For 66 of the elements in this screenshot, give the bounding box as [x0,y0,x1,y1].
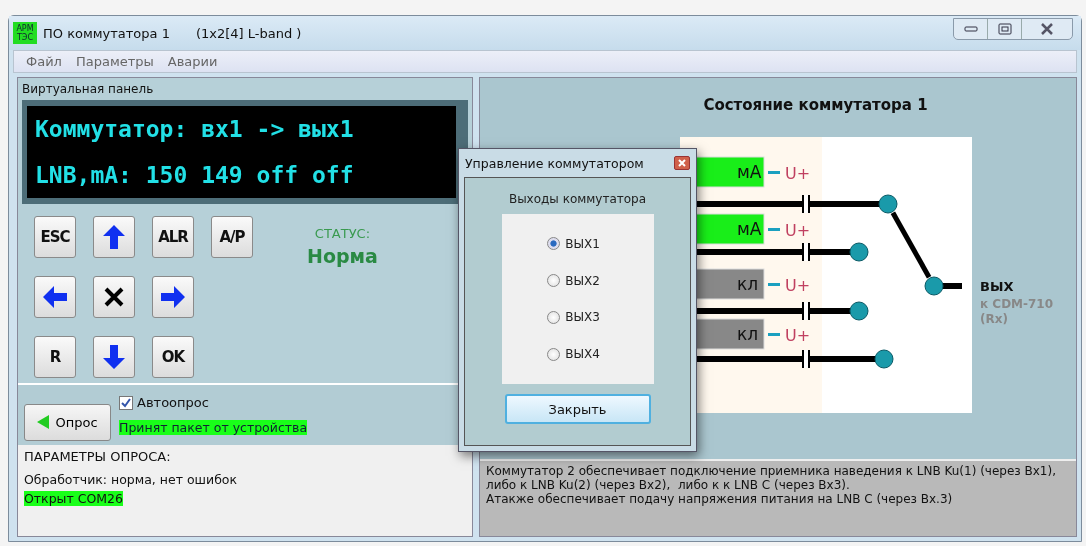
status-message: Принят пакет от устройства [119,420,308,435]
menu-item[interactable]: Файл [26,54,62,69]
switch-arm [890,211,932,279]
close-dialog-button[interactable]: Закрыть [504,394,651,424]
key-button[interactable]: R [34,336,76,378]
description-line: Коммутатор 2 обеспечивает подключение приемника наведения к LNB Ku(1) (через Вх1), [486,464,1057,478]
arrow-right-icon [161,284,185,310]
arrow-down-icon [102,344,126,370]
auto-poll-checkbox[interactable]: Автоопрос [119,395,308,410]
window-title: ПО коммутатора 1 [43,25,170,41]
output-note: (Rx) [980,312,1008,326]
menu-item[interactable]: Параметры [75,54,154,69]
arrow-key[interactable] [93,336,135,378]
params-line: Обработчик: норма, нет ошибок [24,472,238,487]
node-dot [878,194,898,214]
status-label: СТАТУС: [314,226,371,241]
output-radio[interactable]: ВЫХ4 [547,347,600,362]
maximize-icon [997,23,1012,35]
poll-button[interactable]: Опрос [24,403,111,441]
node-dot [874,349,894,369]
window-subtitle: (1x2[4] L-band ) [195,25,302,41]
params-title: ПАРАМЕТРЫ ОПРОСА: [24,449,172,464]
triangle-left-icon [37,415,50,429]
app-icon: АРМ ТЭС [13,22,37,44]
output-label: ВЫХ [980,279,1014,294]
close-icon [1040,23,1054,35]
arrow-key[interactable] [34,276,76,318]
checkbox[interactable] [119,395,133,410]
node-dot [924,276,944,296]
group-title: Виртуальная панель [22,82,154,96]
output-target: к CDM-710 [980,297,1054,311]
power-label: U+ [768,326,811,345]
arrow-key[interactable] [93,216,135,258]
cross-icon [103,286,125,308]
switch-state-title: Состояние коммутатора 1 [703,96,928,114]
close-button[interactable] [674,156,690,170]
group-title: Выходы коммутатора [508,192,647,206]
dialog-title: Управление коммутатором [465,155,644,171]
key-button[interactable]: ALR [152,216,194,258]
arrow-up-icon [102,224,126,250]
menu-item[interactable]: Аварии [167,54,218,69]
cancel-key[interactable] [93,276,135,318]
radio-button[interactable] [547,237,561,251]
node-dot [849,301,869,321]
output-radio[interactable]: ВЫХ2 [547,273,600,288]
radio-button[interactable] [547,347,561,361]
minimize-icon [963,26,978,32]
arrow-key[interactable] [152,276,194,318]
node-dot [849,242,869,262]
description-line: либо к LNB Ku(2) (через Вх2), либо к к LNB С (через Вх3). [486,478,851,492]
output-radio[interactable]: ВЫХ3 [547,310,600,325]
arrow-left-icon [43,284,67,310]
key-button[interactable]: ESC [34,216,76,258]
power-label: U+ [768,221,811,240]
output-radio[interactable]: ВЫХ1 [547,236,600,251]
power-label: U+ [768,276,811,295]
key-button[interactable]: A/P [211,216,253,258]
close-icon [678,159,686,167]
radio-button[interactable] [547,274,561,288]
radio-button[interactable] [547,310,561,324]
display-line: Коммутатор: вх1 -> вых1 [35,116,355,142]
key-button[interactable]: OK [152,336,194,378]
power-label: U+ [768,164,811,183]
description-line: Атакже обеспечивает подачу напряжения питания на LNB С (через Вх.3) [486,492,954,506]
status-value: Норма [307,245,378,267]
display-line: LNB,mA: 150 149 off off [35,162,355,188]
